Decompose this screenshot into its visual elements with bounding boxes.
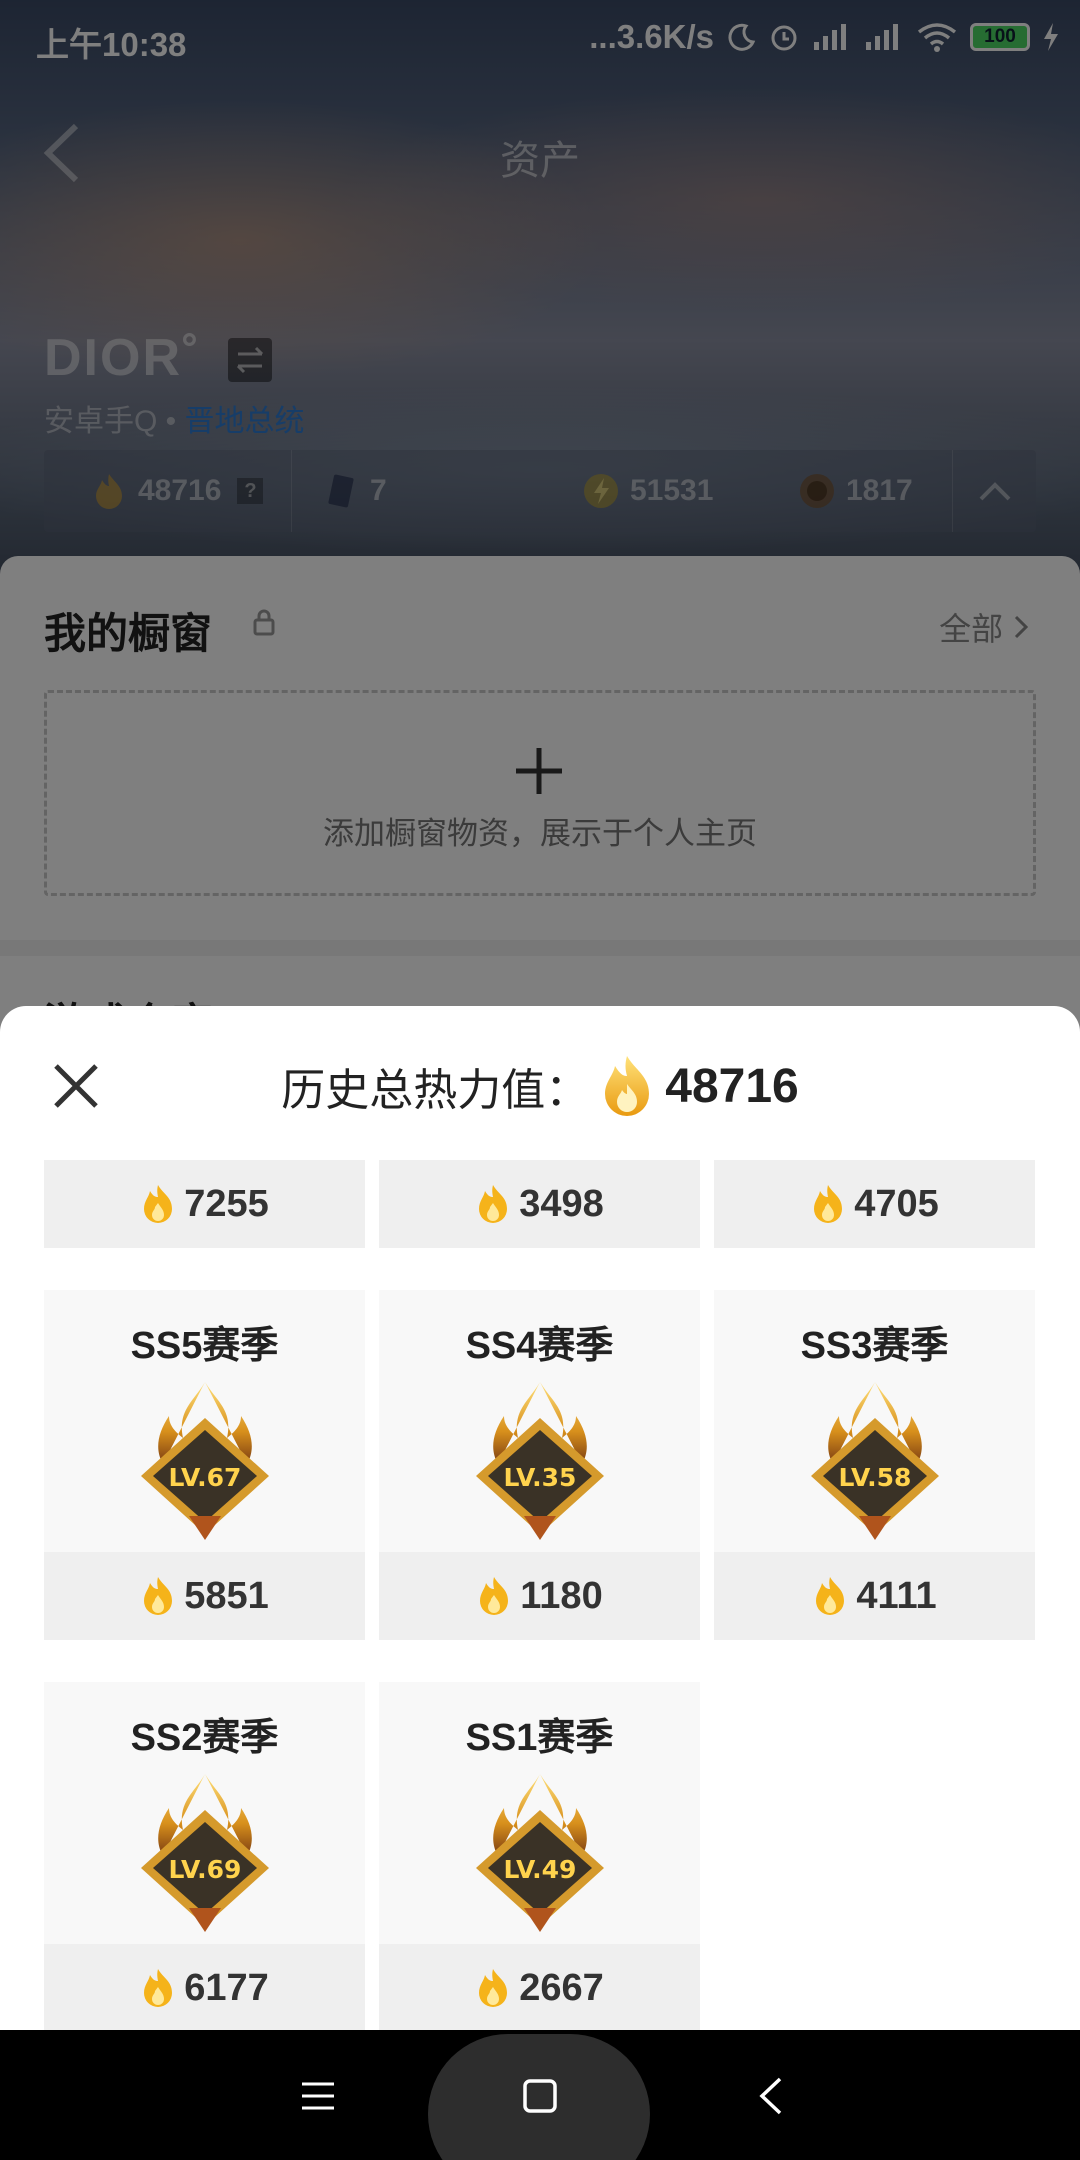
season-name: SS4赛季 [465,1325,614,1367]
heat-value-strip: 3498 [379,1160,700,1248]
season-heat-value: 1180 [379,1552,700,1640]
season-name: SS5赛季 [130,1325,279,1367]
flame-icon [144,1969,173,2007]
nav-back-icon[interactable] [756,2076,784,2116]
flame-icon [144,1577,173,1615]
season-card[interactable]: SS3赛季 LV.58 4111 [714,1290,1035,1640]
badge-level: LV.69 [169,1855,242,1884]
badge-level: LV.67 [169,1463,242,1492]
heat-level-badge-icon: LV.69 [141,1774,269,1932]
home-icon[interactable] [522,2078,558,2114]
season-name: SS3赛季 [800,1325,949,1367]
flame-icon [816,1577,845,1615]
badge-level: LV.58 [839,1463,912,1492]
season-row: SS2赛季 LV.69 6177 SS1赛季 LV.49 2667 [44,1682,1036,2030]
heat-level-badge-icon: LV.35 [476,1382,604,1540]
flame-icon [605,1056,650,1116]
modal-title-label: 历史总热力值： [281,1066,590,1115]
heat-level-badge-icon: LV.67 [141,1382,269,1540]
badge-level: LV.35 [504,1463,577,1492]
season-name: SS1赛季 [465,1717,614,1759]
season-heat-value: 2667 [379,1944,700,2030]
heat-value-strip: 7255 [44,1160,365,1248]
season-heat-value: 5851 [44,1552,365,1640]
flame-icon [479,1185,508,1223]
season-name: SS2赛季 [130,1717,279,1759]
top-value-row: 7255 3498 4705 [44,1160,1036,1248]
season-grid: 7255 3498 4705 SS5赛季 LV.67 5851 SS4赛季 LV… [44,1160,1036,2030]
badge-level: LV.49 [504,1855,577,1884]
flame-icon [480,1577,509,1615]
season-heat-value: 4111 [714,1552,1035,1640]
heat-history-modal: 历史总热力值： 48716 7255 3498 4705 SS5赛季 LV.67… [0,1006,1080,2030]
heat-level-badge-icon: LV.49 [476,1774,604,1932]
modal-total-value: 48716 [665,1059,799,1113]
season-row: SS5赛季 LV.67 5851 SS4赛季 LV.35 1180 SS3赛季 … [44,1290,1036,1640]
menu-icon[interactable] [300,2078,336,2114]
season-heat-value: 6177 [44,1944,365,2030]
season-card[interactable]: SS1赛季 LV.49 2667 [379,1682,700,2030]
flame-icon [144,1185,173,1223]
flame-icon [814,1185,843,1223]
season-card[interactable]: SS5赛季 LV.67 5851 [44,1290,365,1640]
modal-title: 历史总热力值： 48716 [0,1046,1080,1126]
heat-value-strip: 4705 [714,1160,1035,1248]
season-card[interactable]: SS4赛季 LV.35 1180 [379,1290,700,1640]
heat-level-badge-icon: LV.58 [811,1382,939,1540]
flame-icon [479,1969,508,2007]
season-card[interactable]: SS2赛季 LV.69 6177 [44,1682,365,2030]
